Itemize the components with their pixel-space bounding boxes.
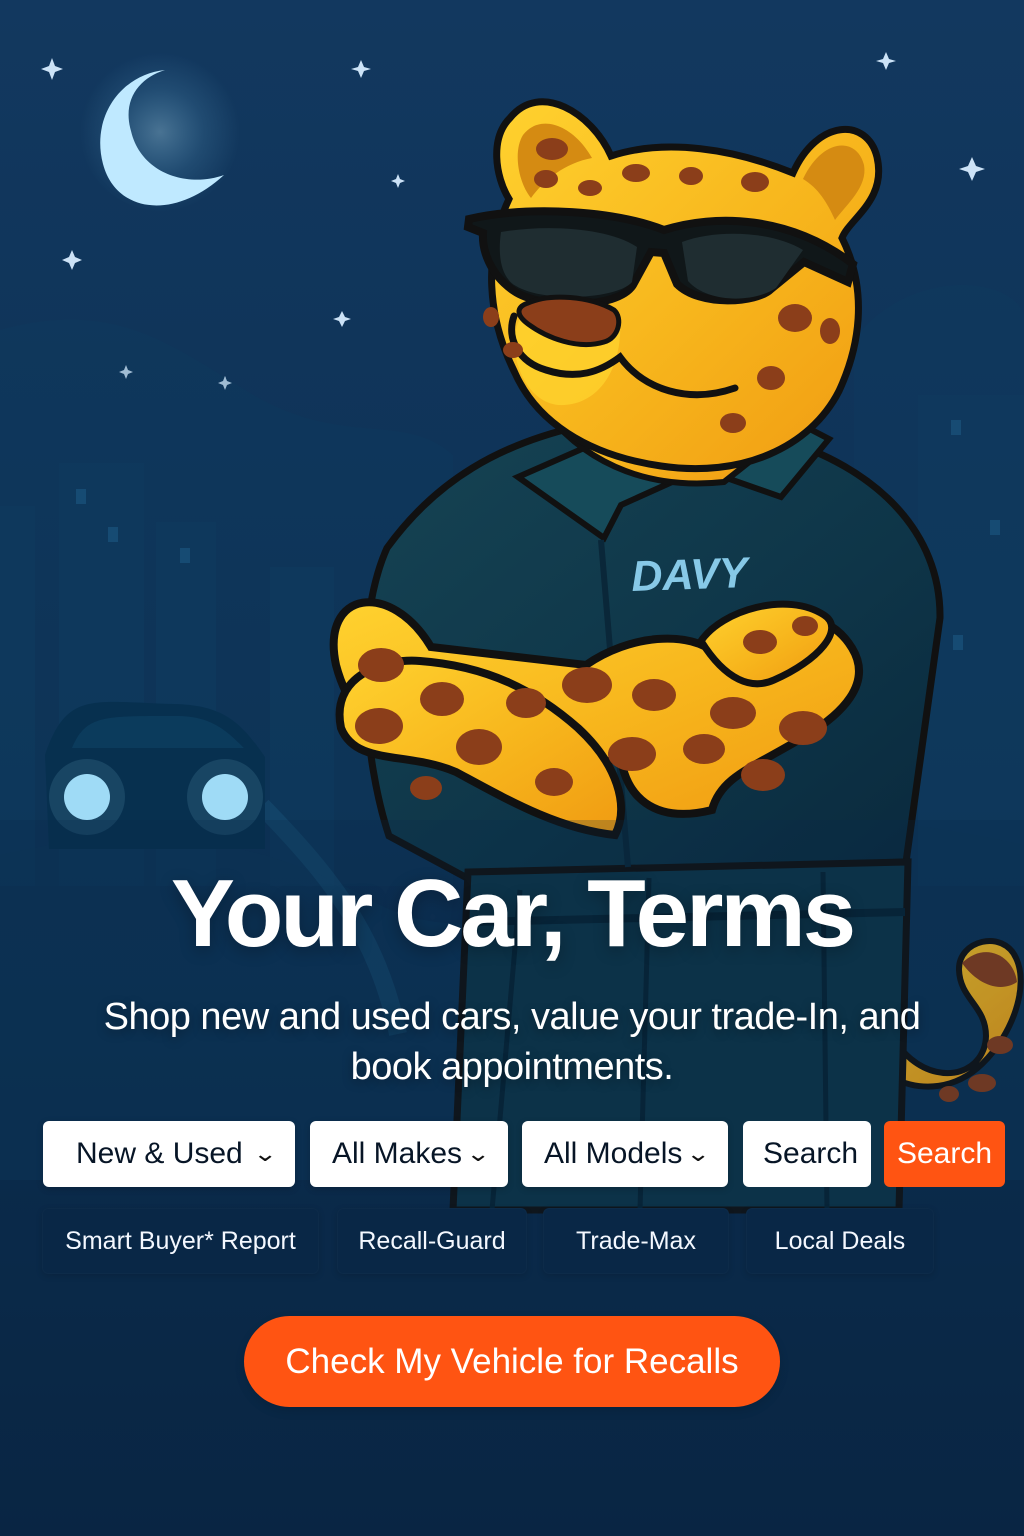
local-deals-button[interactable]: Local Deals bbox=[746, 1208, 934, 1274]
make-label: All Makes bbox=[332, 1137, 463, 1170]
model-select[interactable]: All Models ⌄ bbox=[522, 1121, 728, 1187]
star-icon bbox=[391, 174, 405, 188]
star-icon bbox=[62, 250, 82, 270]
mascot-shirt bbox=[361, 406, 944, 882]
model-label: All Models bbox=[544, 1137, 683, 1170]
star-icon bbox=[876, 52, 896, 70]
chevron-down-icon: ⌄ bbox=[465, 1141, 491, 1166]
night-city-mascot-illustration: DAVY bbox=[0, 0, 1024, 1536]
trade-max-button[interactable]: Trade-Max bbox=[543, 1208, 729, 1274]
hero-subtitle: Shop new and used cars, value your trade… bbox=[56, 992, 968, 1092]
hero-subtitle-line-1: Shop new and used cars, value your trade… bbox=[103, 996, 921, 1038]
shirt-name-davy: DAVY bbox=[631, 549, 752, 601]
vehicle-type-label: New & Used bbox=[76, 1137, 243, 1170]
sky-background bbox=[0, 0, 1024, 1536]
building-windows bbox=[76, 420, 1000, 650]
chevron-down-icon: ⌄ bbox=[685, 1141, 711, 1166]
smart-buyer-report-button[interactable]: Smart Buyer* Report bbox=[42, 1208, 319, 1274]
mascot-neck bbox=[536, 376, 787, 487]
mascot-head bbox=[463, 98, 883, 473]
mascot-crossed-arms bbox=[329, 598, 863, 840]
make-select[interactable]: All Makes ⌄ bbox=[310, 1121, 508, 1187]
star-icons bbox=[41, 52, 985, 390]
star-icon bbox=[959, 157, 985, 181]
moon-icon bbox=[80, 52, 240, 212]
check-recalls-button[interactable]: Check My Vehicle for Recalls bbox=[244, 1316, 780, 1407]
search-button[interactable]: Search bbox=[884, 1121, 1005, 1187]
star-icon bbox=[218, 376, 232, 390]
star-icon bbox=[351, 60, 371, 78]
car-icon bbox=[45, 701, 265, 849]
hero-title: Your Car, Terms bbox=[170, 860, 856, 967]
recall-guard-button[interactable]: Recall-Guard bbox=[337, 1208, 527, 1274]
chevron-down-icon: ⌄ bbox=[252, 1141, 278, 1166]
star-icon bbox=[41, 58, 63, 80]
city-skyline bbox=[0, 284, 1024, 887]
vehicle-type-select[interactable]: New & Used ⌄ bbox=[43, 1121, 295, 1187]
search-input[interactable] bbox=[743, 1121, 871, 1187]
star-icon bbox=[333, 311, 351, 327]
hero-subtitle-line-2: book appointments. bbox=[350, 1046, 674, 1088]
star-icon bbox=[119, 365, 133, 379]
car-shopping-hero-page: DAVY Your Car, Terms Shop new and used c… bbox=[0, 0, 1024, 1536]
